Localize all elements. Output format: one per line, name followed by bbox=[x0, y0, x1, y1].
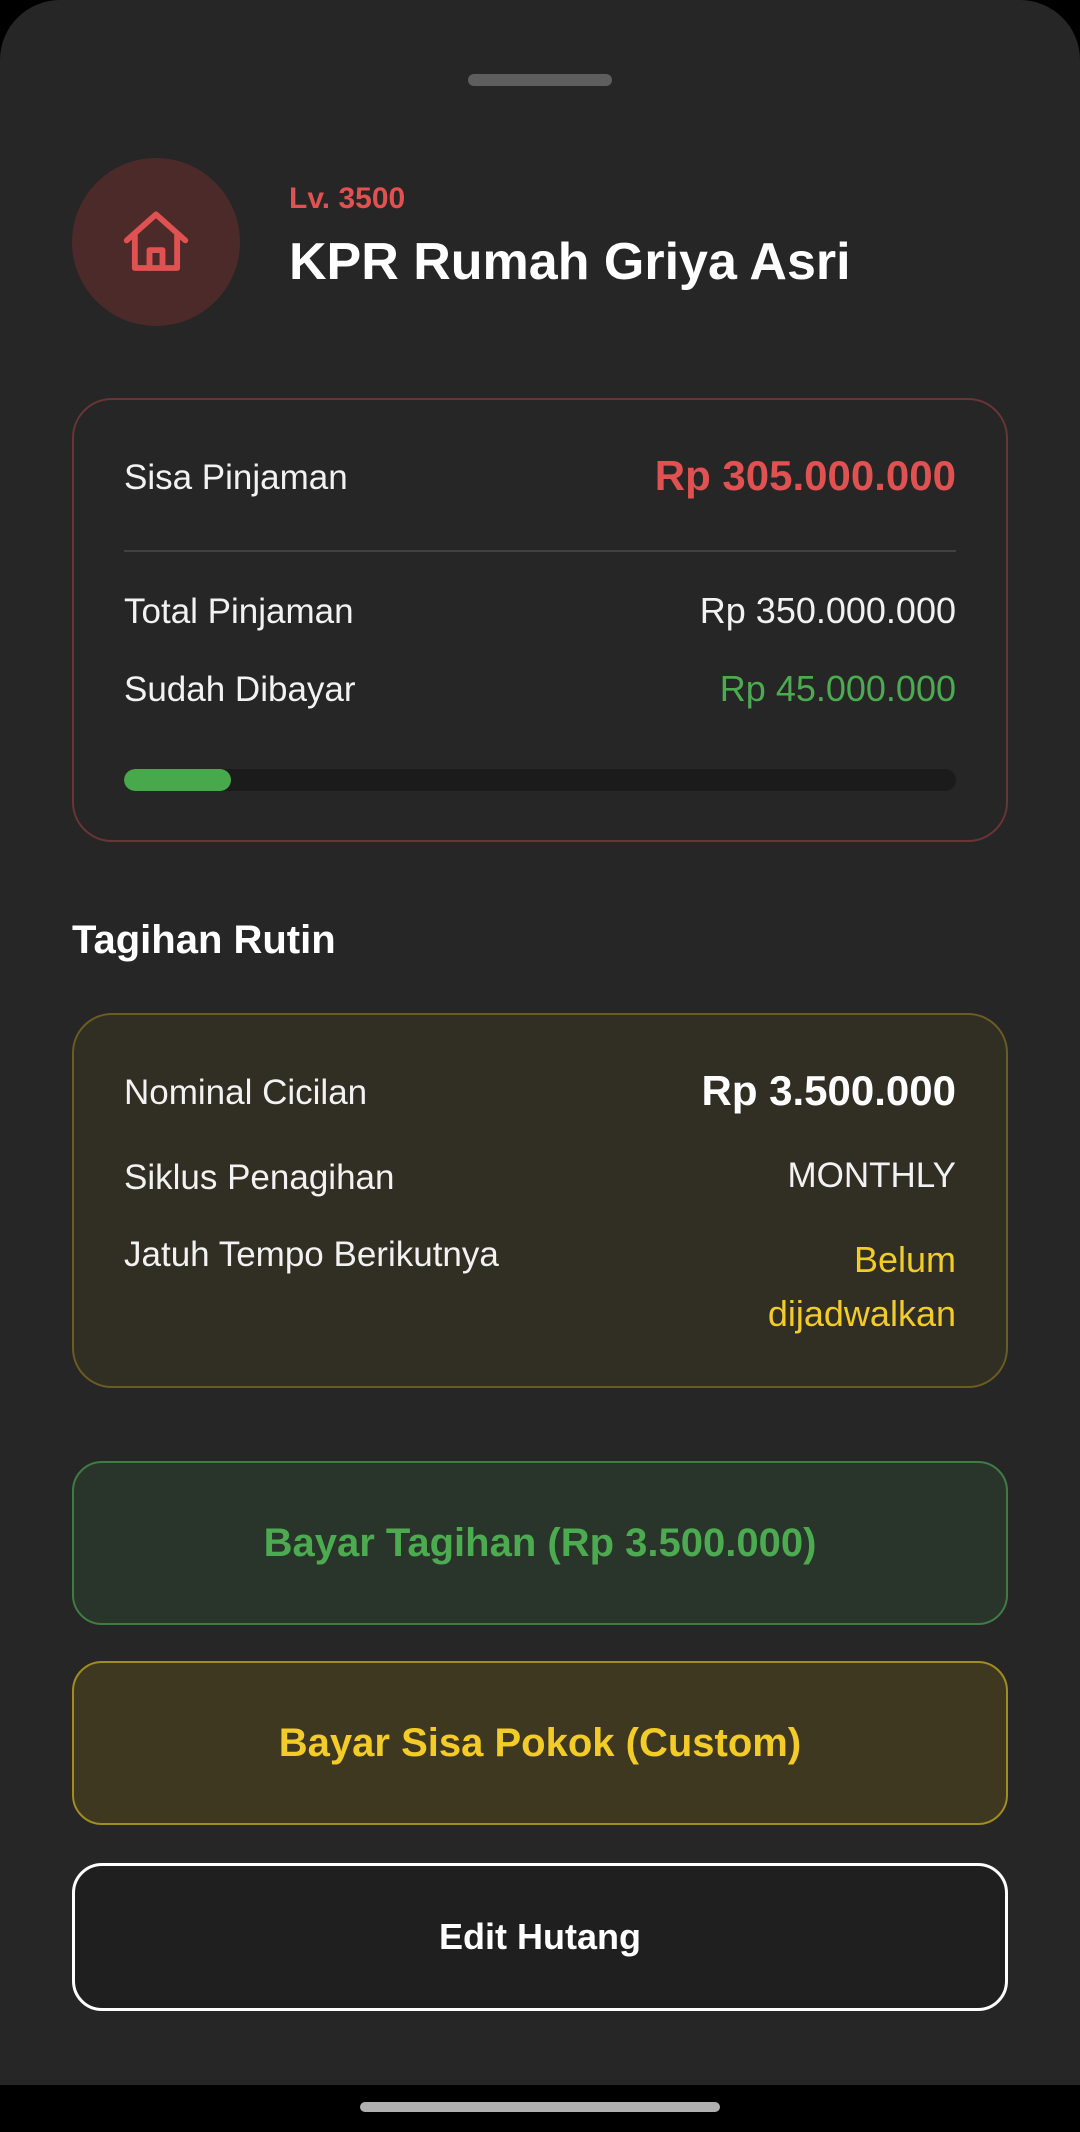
routine-bill-card: Nominal Cicilan Rp 3.500.000 Siklus Pena… bbox=[72, 1013, 1008, 1388]
billing-cycle-value: MONTHLY bbox=[787, 1156, 956, 1195]
edit-debt-button[interactable]: Edit Hutang bbox=[72, 1863, 1008, 2011]
drag-handle[interactable] bbox=[468, 74, 612, 86]
page-title: KPR Rumah Griya Asri bbox=[289, 233, 851, 291]
total-loan-value: Rp 350.000.000 bbox=[699, 590, 956, 631]
divider bbox=[124, 550, 956, 552]
bottom-sheet: Lv. 3500 KPR Rumah Griya Asri Sisa Pinja… bbox=[0, 0, 1080, 2085]
loan-summary-card: Sisa Pinjaman Rp 305.000.000 Total Pinja… bbox=[72, 398, 1008, 842]
paid-value: Rp 45.000.000 bbox=[719, 668, 956, 709]
next-due-value-line2: dijadwalkan bbox=[767, 1293, 956, 1334]
level-label: Lv. 3500 bbox=[289, 182, 406, 215]
home-indicator[interactable] bbox=[360, 2102, 720, 2112]
next-due-label: Jatuh Tempo Berikutnya bbox=[124, 1235, 499, 1274]
remaining-loan-label: Sisa Pinjaman bbox=[124, 458, 348, 497]
debt-avatar bbox=[72, 158, 240, 326]
repayment-progress-bar bbox=[124, 769, 956, 791]
total-loan-label: Total Pinjaman bbox=[124, 592, 354, 631]
house-icon bbox=[123, 211, 189, 271]
paid-label: Sudah Dibayar bbox=[124, 670, 356, 709]
next-due-value-line1: Belum bbox=[853, 1239, 956, 1280]
installment-label: Nominal Cicilan bbox=[124, 1073, 368, 1112]
installment-value: Rp 3.500.000 bbox=[701, 1067, 956, 1114]
billing-cycle-label: Siklus Penagihan bbox=[124, 1158, 395, 1197]
remaining-loan-value: Rp 305.000.000 bbox=[654, 452, 956, 499]
section-title: Tagihan Rutin bbox=[72, 918, 336, 962]
next-due-value: Belum dijadwalkan bbox=[768, 1233, 956, 1341]
repayment-progress-fill bbox=[124, 769, 231, 791]
pay-bill-button[interactable]: Bayar Tagihan (Rp 3.500.000) bbox=[72, 1461, 1008, 1625]
pay-principal-button[interactable]: Bayar Sisa Pokok (Custom) bbox=[72, 1661, 1008, 1825]
